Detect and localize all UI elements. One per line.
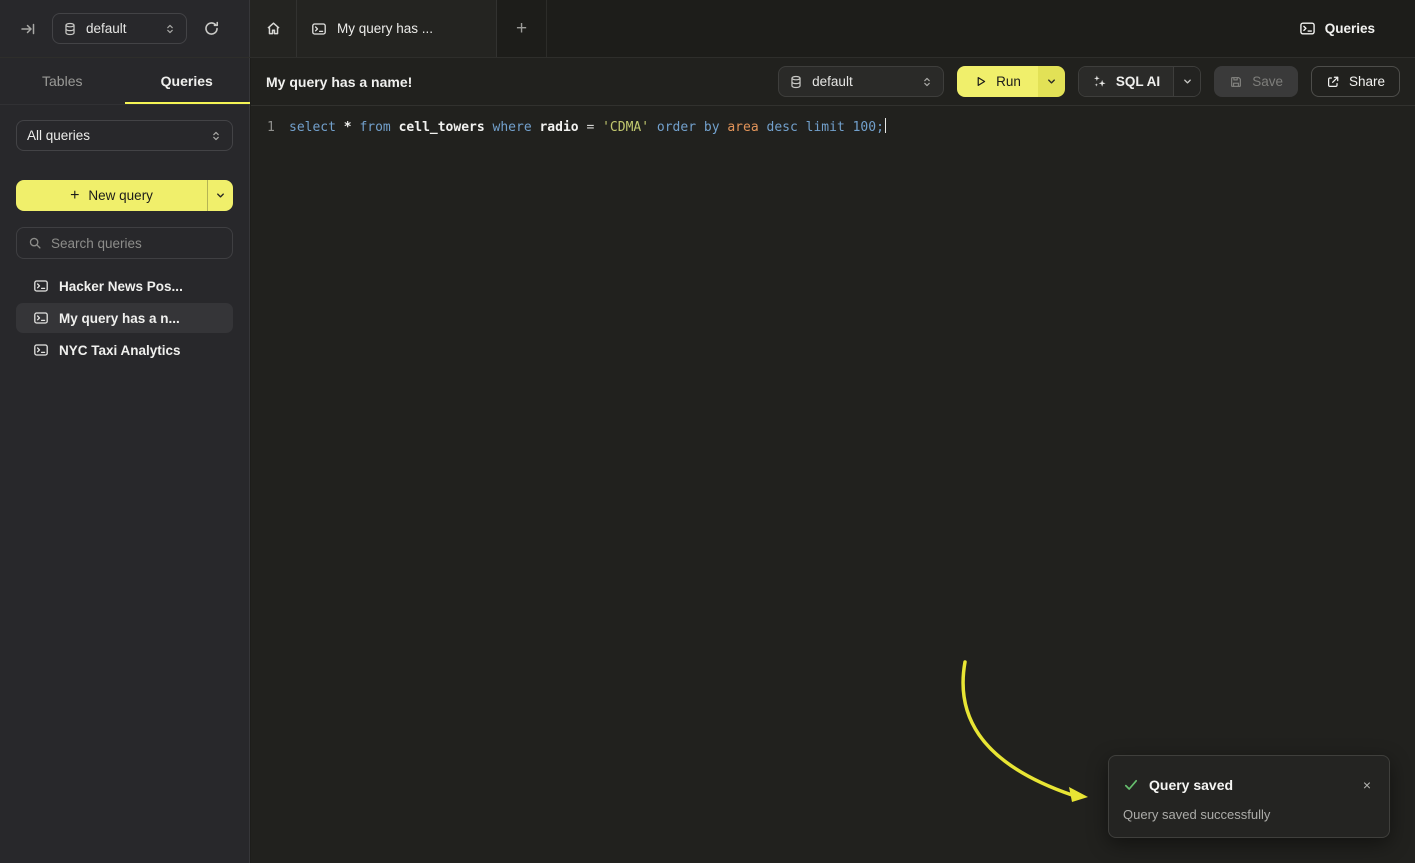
query-list: Hacker News Pos... My query has a n... N… <box>16 271 233 365</box>
save-button-label: Save <box>1252 74 1283 89</box>
queries-filter-select[interactable]: All queries <box>16 120 233 151</box>
chevron-down-icon <box>1046 76 1057 87</box>
run-database-value: default <box>812 74 912 89</box>
terminal-icon <box>33 310 49 326</box>
code-line[interactable]: 1 select * from cell_towers where radio … <box>267 118 1415 138</box>
new-query-button[interactable]: + New query <box>16 180 233 211</box>
chevron-down-icon <box>215 190 226 201</box>
toast-title: Query saved <box>1149 777 1349 793</box>
query-list-item[interactable]: NYC Taxi Analytics <box>16 335 233 365</box>
terminal-icon <box>311 21 327 37</box>
sql-ai-dropdown[interactable] <box>1173 67 1200 96</box>
tab-tables[interactable]: Tables <box>0 58 125 104</box>
queries-filter-value: All queries <box>27 128 201 143</box>
check-icon <box>1123 777 1139 793</box>
query-list-item[interactable]: Hacker News Pos... <box>16 271 233 301</box>
collapse-sidebar-icon[interactable] <box>20 21 36 37</box>
sql-editor[interactable]: 1 select * from cell_towers where radio … <box>251 106 1415 138</box>
search-icon <box>28 236 42 250</box>
query-header: My query has a name! default <box>251 58 1415 106</box>
sql-ai-label: SQL AI <box>1116 74 1160 89</box>
line-number: 1 <box>267 118 289 138</box>
active-tab-indicator <box>125 102 250 105</box>
queries-indicator[interactable]: Queries <box>1299 20 1375 37</box>
sidebar: Tables Queries All queries + New query <box>0 58 250 863</box>
query-list-item-selected[interactable]: My query has a n... <box>16 303 233 333</box>
sql-ai-button[interactable]: SQL AI <box>1078 66 1201 97</box>
new-query-main[interactable]: + New query <box>16 180 207 211</box>
database-selector-value: default <box>86 21 155 36</box>
search-queries-input[interactable] <box>51 236 221 251</box>
terminal-icon <box>33 342 49 358</box>
sidebar-tabs: Tables Queries <box>0 58 249 105</box>
search-queries-box <box>16 227 233 259</box>
new-query-label: New query <box>88 188 153 203</box>
refresh-icon[interactable] <box>203 20 220 37</box>
chevron-down-icon <box>1182 76 1193 87</box>
run-database-selector[interactable]: default <box>778 66 944 97</box>
text-cursor <box>885 118 887 133</box>
query-item-label: My query has a n... <box>59 311 180 326</box>
tab-strip: My query has ... + Queries <box>250 0 1415 57</box>
save-icon <box>1229 75 1243 89</box>
play-icon <box>974 75 987 88</box>
database-icon <box>789 75 803 89</box>
topbar-left-section: default <box>0 0 250 57</box>
query-item-label: NYC Taxi Analytics <box>59 343 181 358</box>
run-button[interactable]: Run <box>957 66 1065 97</box>
tab-label: My query has ... <box>337 21 433 36</box>
query-item-label: Hacker News Pos... <box>59 279 183 294</box>
sparkles-icon <box>1092 74 1107 89</box>
sql-ai-main[interactable]: SQL AI <box>1079 67 1173 96</box>
run-button-label: Run <box>996 74 1021 89</box>
share-button[interactable]: Share <box>1311 66 1400 97</box>
tab-queries[interactable]: Queries <box>125 58 250 104</box>
new-query-dropdown[interactable] <box>207 180 233 211</box>
chevron-updown-icon <box>210 130 222 142</box>
terminal-icon <box>33 278 49 294</box>
run-options-dropdown[interactable] <box>1038 66 1065 97</box>
share-button-label: Share <box>1349 74 1385 89</box>
database-selector[interactable]: default <box>52 13 187 44</box>
home-tab[interactable] <box>250 0 297 57</box>
close-icon[interactable]: × <box>1359 776 1375 794</box>
toast-header: Query saved × <box>1123 776 1375 794</box>
new-tab-button[interactable]: + <box>497 0 547 57</box>
toast-query-saved: Query saved × Query saved successfully <box>1108 755 1390 838</box>
main-panel: My query has a name! default <box>251 58 1415 863</box>
terminal-icon <box>1299 20 1316 37</box>
run-button-main[interactable]: Run <box>957 66 1038 97</box>
tab-my-query[interactable]: My query has ... <box>297 0 497 57</box>
plus-icon: + <box>70 188 79 204</box>
database-icon <box>63 22 77 36</box>
home-icon <box>265 20 282 37</box>
sql-code[interactable]: select * from cell_towers where radio = … <box>289 118 884 138</box>
share-icon <box>1326 75 1340 89</box>
topbar-spacer <box>547 0 1299 57</box>
plus-icon: + <box>516 18 527 40</box>
topbar: default <box>0 0 1415 58</box>
query-title[interactable]: My query has a name! <box>266 74 412 90</box>
chevron-updown-icon <box>164 23 176 35</box>
save-button[interactable]: Save <box>1214 66 1298 97</box>
chevron-updown-icon <box>921 76 933 88</box>
toast-message: Query saved successfully <box>1123 807 1375 822</box>
queries-indicator-label: Queries <box>1325 21 1375 36</box>
